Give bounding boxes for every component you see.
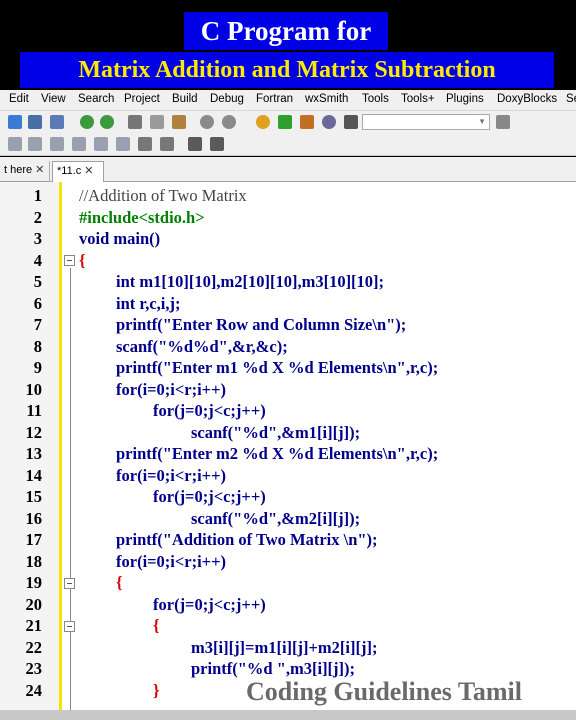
code-line: 21{ — [25, 616, 160, 635]
menu-debug[interactable]: Debug — [210, 93, 244, 105]
title-line-1: C Program for — [184, 12, 388, 50]
open-icon[interactable] — [28, 115, 42, 129]
pause-icon[interactable] — [138, 137, 152, 151]
debug-windows-icon[interactable] — [188, 137, 202, 151]
title-line-2: Matrix Addition and Matrix Subtraction — [20, 52, 554, 88]
code-line: 17 printf("Addition of Two Matrix \n"); — [25, 530, 378, 549]
step-over-icon[interactable] — [28, 137, 42, 151]
stop-icon[interactable] — [344, 115, 358, 129]
editor-tab-bar: t here ✕ *11.c ✕ — [0, 157, 576, 182]
menu-bar: Edit View Search Project Build Debug For… — [0, 90, 576, 110]
code-line: 14 for(i=0;i<r;i++) — [25, 465, 226, 485]
tab-11-c[interactable]: *11.c ✕ — [52, 161, 104, 182]
menu-edit[interactable]: Edit — [9, 93, 29, 105]
menu-project[interactable]: Project — [124, 93, 160, 105]
code-line: 5 int m1[10][10],m2[10][10],m3[10][10]; — [33, 272, 385, 291]
code-line: 22 m3[i][j]=m1[i][j]+m2[i][j]; — [25, 637, 378, 657]
code-line: 10 for(i=0;i<r;i++) — [25, 379, 226, 399]
menu-plugins[interactable]: Plugins — [446, 93, 484, 105]
menu-search[interactable]: Search — [78, 93, 114, 105]
debug-icon[interactable] — [8, 137, 22, 151]
code-editor[interactable]: 1//Addition of Two Matrix 2 #include<stdi… — [0, 182, 576, 710]
menu-view[interactable]: View — [41, 93, 66, 105]
menu-settings[interactable]: Se — [566, 93, 576, 105]
menu-tools-plus[interactable]: Tools+ — [401, 93, 435, 105]
close-icon[interactable]: ✕ — [35, 164, 44, 176]
build-target-select[interactable]: ▼ — [362, 114, 490, 130]
paste-icon[interactable] — [172, 115, 186, 129]
build-run-icon[interactable] — [300, 115, 314, 129]
code-line: 7 printf("Enter Row and Column Size\n"); — [33, 315, 407, 334]
code-line: 12 scanf("%d",&m1[i][j]); — [25, 422, 361, 442]
next-instruction-icon[interactable] — [94, 137, 108, 151]
debug-info-icon[interactable] — [210, 137, 224, 151]
code-line: 18 for(i=0;i<r;i++) — [25, 551, 226, 571]
horizontal-scrollbar[interactable] — [0, 710, 576, 720]
new-file-icon[interactable] — [8, 115, 22, 129]
replace-icon[interactable] — [222, 115, 236, 129]
stop-debug-icon[interactable] — [160, 137, 174, 151]
step-out-icon[interactable] — [72, 137, 86, 151]
close-icon[interactable]: ✕ — [84, 165, 93, 177]
code-line: 20 for(j=0;j<c;j++) — [25, 594, 266, 614]
tab-start-here[interactable]: t here ✕ — [0, 161, 50, 182]
video-title-banner: C Program for Matrix Addition and Matrix… — [0, 0, 576, 90]
debug-toolbar — [0, 132, 576, 156]
menu-fortran[interactable]: Fortran — [256, 93, 293, 105]
code-line: 3 void main() — [33, 229, 161, 248]
code-line: 19{ — [25, 573, 123, 592]
code-line: 8 scanf("%d%d",&r,&c); — [33, 336, 288, 356]
menu-build[interactable]: Build — [172, 93, 198, 105]
menu-tools[interactable]: Tools — [362, 93, 389, 105]
find-icon[interactable] — [200, 115, 214, 129]
settings-icon[interactable] — [256, 115, 270, 129]
menu-doxyblocks[interactable]: DoxyBlocks — [497, 93, 557, 105]
main-toolbar: ▼ — [0, 110, 576, 132]
channel-watermark: Coding Guidelines Tamil — [246, 677, 522, 706]
jump-icon[interactable] — [496, 115, 510, 129]
step-into-icon[interactable] — [50, 137, 64, 151]
code-line: 11 for(j=0;j<c;j++) — [26, 401, 266, 420]
code-line: 4{ — [33, 250, 86, 270]
code-line: 16 scanf("%d",&m2[i][j]); — [25, 508, 361, 528]
chevron-down-icon: ▼ — [478, 117, 486, 126]
code-line: 9 printf("Enter m1 %d X %d Elements\n",r,… — [33, 358, 439, 377]
tab-label: t here — [4, 164, 33, 176]
menu-wxsmith[interactable]: wxSmith — [305, 93, 348, 105]
cut-icon[interactable] — [128, 115, 142, 129]
rebuild-icon[interactable] — [322, 115, 336, 129]
save-icon[interactable] — [50, 115, 64, 129]
tab-label: *11.c — [57, 165, 82, 177]
code-line: 15 for(j=0;j<c;j++) — [25, 487, 266, 506]
code-line: 1//Addition of Two Matrix — [33, 186, 247, 205]
code-line: 6 int r,c,i,j; — [33, 293, 181, 313]
code-line: 2 #include<stdio.h> — [33, 207, 205, 227]
run-to-cursor-icon[interactable] — [116, 137, 130, 151]
redo-icon[interactable] — [100, 115, 114, 129]
run-icon[interactable] — [278, 115, 292, 129]
undo-icon[interactable] — [80, 115, 94, 129]
code-line: 13 printf("Enter m2 %d X %d Elements\n",r… — [25, 444, 439, 463]
copy-icon[interactable] — [150, 115, 164, 129]
